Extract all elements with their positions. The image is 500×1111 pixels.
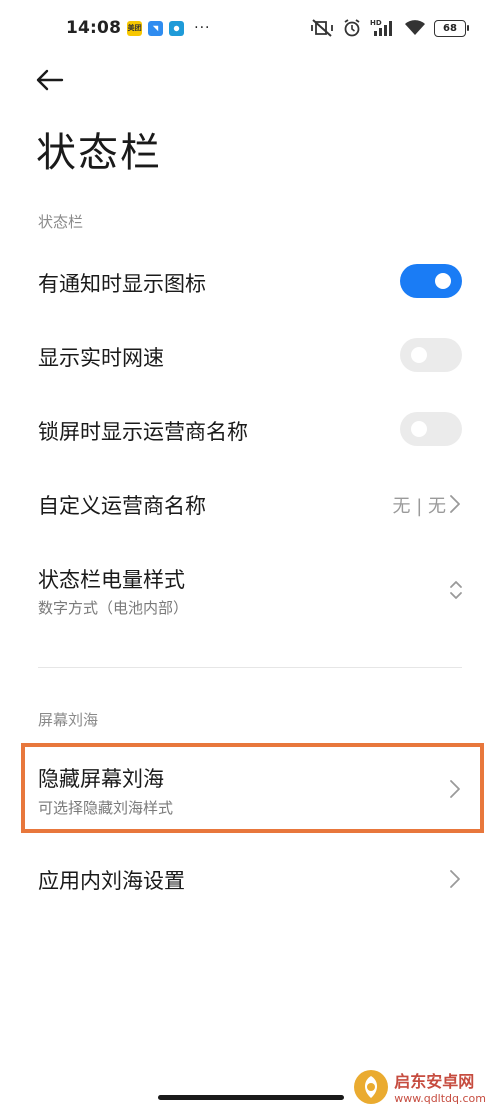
setting-in-app-notch[interactable]: 应用内刘海设置 (0, 843, 500, 913)
setting-label: 应用内刘海设置 (38, 869, 185, 893)
status-bar: 14:08 美团 ··· HD 68 (66, 14, 469, 42)
status-bar-right: HD 68 (310, 18, 469, 38)
notification-icon-toggle[interactable] (400, 264, 462, 298)
battery-icon: 68 (434, 19, 469, 37)
network-speed-toggle[interactable] (400, 338, 462, 372)
back-arrow-icon (36, 69, 64, 91)
section-header-notch: 屏幕刘海 (38, 711, 99, 729)
meituan-app-icon: 美团 (127, 20, 143, 36)
vibrate-mute-icon (311, 19, 333, 37)
status-bar-left: 14:08 美团 ··· (66, 18, 210, 38)
setting-label: 自定义运营商名称 (38, 494, 206, 518)
setting-battery-style[interactable]: 状态栏电量样式 数字方式（电池内部） (0, 552, 500, 636)
page-title: 状态栏 (36, 130, 162, 176)
more-notifications-icon: ··· (194, 20, 211, 36)
chevron-updown-icon (450, 581, 462, 599)
setting-custom-carrier-name[interactable]: 自定义运营商名称 无 | 无 (0, 468, 500, 538)
watermark-url: www.qdltdq.com (394, 1092, 486, 1105)
back-button[interactable] (34, 62, 70, 98)
section-header-status-bar: 状态栏 (38, 213, 84, 231)
divider (38, 667, 462, 668)
home-indicator[interactable] (158, 1095, 344, 1100)
chevron-right-icon (450, 870, 460, 888)
svg-text:HD: HD (370, 19, 382, 27)
watermark-logo-icon (354, 1069, 389, 1104)
app-notification-icon (148, 20, 164, 36)
chevron-right-icon (450, 495, 460, 513)
setting-show-network-speed[interactable]: 显示实时网速 (0, 320, 500, 390)
watermark: 启东安卓网 www.qdltdq.com (354, 1068, 486, 1105)
setting-label: 状态栏电量样式 (38, 568, 185, 592)
wifi-icon (405, 20, 425, 35)
highlight-box (21, 743, 484, 833)
carrier-lockscreen-toggle[interactable] (400, 412, 462, 446)
setting-label: 有通知时显示图标 (38, 272, 206, 296)
carrier-name-value: 无 | 无 (392, 496, 446, 517)
clock: 14:08 (66, 18, 122, 38)
app-notification-icon-2 (169, 20, 185, 36)
setting-label: 显示实时网速 (38, 346, 164, 370)
setting-show-carrier-on-lockscreen[interactable]: 锁屏时显示运营商名称 (0, 394, 500, 464)
setting-show-icon-on-notification[interactable]: 有通知时显示图标 (0, 246, 500, 316)
setting-label: 锁屏时显示运营商名称 (38, 420, 248, 444)
setting-sublabel: 数字方式（电池内部） (38, 599, 189, 617)
alarm-icon (344, 19, 360, 37)
hd-signal-icon: HD (370, 19, 392, 36)
watermark-name: 启东安卓网 (394, 1072, 475, 1091)
